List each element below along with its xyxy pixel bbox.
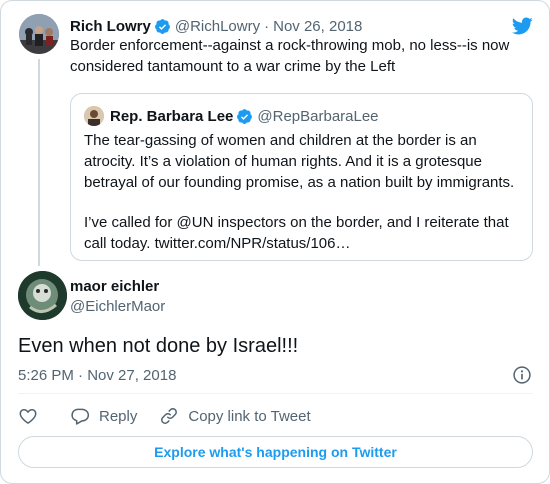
quoted-paragraph-1: The tear-gassing of women and children a… [84, 132, 515, 191]
reply-timestamp[interactable]: 5:26 PM · Nov 27, 2018 [18, 367, 176, 384]
quoted-tweet-text: The tear-gassing of women and children a… [84, 130, 524, 254]
thread-connector-line [38, 59, 40, 266]
reply-handle[interactable]: @EichlerMaor [70, 298, 165, 315]
reply-icon [71, 408, 90, 425]
embedded-tweet-card: Rich Lowry @RichLowry · Nov 26, 2018 Bor… [0, 0, 550, 484]
avatar-barbara-lee [84, 106, 104, 126]
info-icon[interactable] [512, 365, 532, 385]
reply-button[interactable]: Reply [70, 406, 137, 426]
avatar-rich-lowry[interactable] [19, 14, 59, 54]
like-button[interactable] [18, 406, 38, 426]
quoted-handle: @RepBarbaraLee [257, 107, 379, 125]
avatar-maor-eichler[interactable] [18, 271, 67, 320]
divider [18, 393, 533, 394]
verified-badge-icon [237, 108, 253, 124]
explore-twitter-button[interactable]: Explore what's happening on Twitter [18, 436, 533, 468]
verified-badge-icon [154, 18, 170, 34]
action-bar: Reply Copy link to Tweet [18, 405, 311, 427]
reply-author-name[interactable]: maor eichler [70, 278, 159, 295]
parent-tweet-text: Border enforcement--against a rock-throw… [70, 37, 510, 75]
twitter-bird-icon[interactable] [510, 15, 534, 37]
copy-link-label: Copy link to Tweet [188, 407, 311, 425]
quoted-paragraph-2: I’ve called for @UN inspectors on the bo… [84, 214, 509, 252]
quoted-author-name: Rep. Barbara Lee [110, 107, 234, 125]
parent-author-name[interactable]: Rich Lowry [70, 18, 151, 35]
copy-link-button[interactable]: Copy link to Tweet [159, 406, 311, 426]
link-icon [161, 408, 178, 424]
quoted-tweet-header: Rep. Barbara Lee @RepBarbaraLee [110, 106, 379, 126]
reply-label: Reply [99, 407, 138, 425]
reply-tweet-text: Even when not done by Israel!!! [18, 335, 299, 357]
header-separator: · [264, 17, 270, 35]
heart-icon [19, 409, 37, 424]
parent-tweet-header: Rich Lowry @RichLowry · Nov 26, 2018 [70, 16, 362, 36]
parent-date[interactable]: Nov 26, 2018 [273, 18, 362, 35]
quoted-tweet[interactable]: Rep. Barbara Lee @RepBarbaraLee The tear… [70, 93, 533, 261]
parent-handle[interactable]: @RichLowry [175, 18, 260, 35]
